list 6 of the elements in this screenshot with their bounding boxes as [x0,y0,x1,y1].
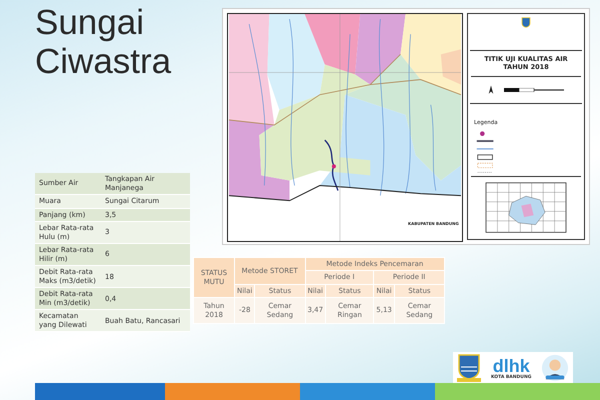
scale-bar-icon [504,88,564,92]
agency-logo-text: dlhk [492,356,530,374]
north-arrow-icon [488,84,494,95]
slide-title: Sungai Ciwastra [35,3,172,81]
crest-icon [521,17,531,28]
avatar-icon [541,354,570,382]
